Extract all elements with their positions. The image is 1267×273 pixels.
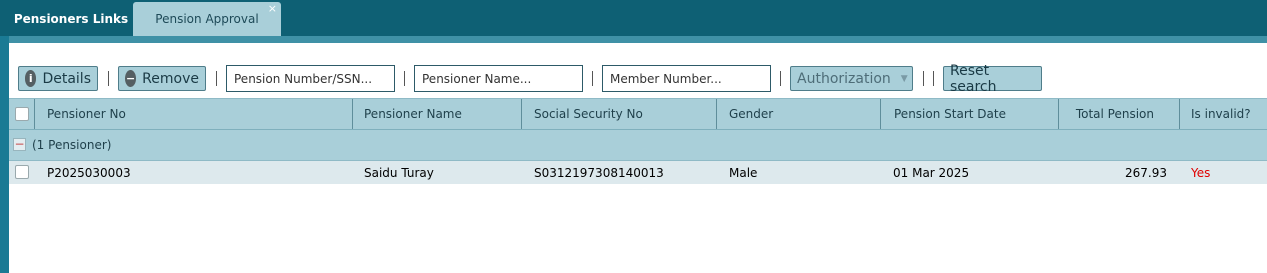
tab-label: Pension Approval (155, 12, 259, 26)
select-all-cell (9, 99, 35, 129)
authorization-dropdown[interactable]: Authorization ▼ (790, 66, 913, 91)
reset-search-button[interactable]: Reset search (943, 63, 1042, 95)
column-label: Total Pension (1075, 107, 1154, 121)
column-header-gender[interactable]: Gender (717, 99, 881, 129)
toolbar: i Details − Remove Authorization ▼ Reset… (9, 43, 1267, 98)
column-header-pensioner-name[interactable]: Pensioner Name (353, 99, 522, 129)
column-label: Is invalid? (1191, 107, 1251, 121)
remove-button[interactable]: − Remove (118, 66, 206, 91)
pensioner-grid: Pensioner No Pensioner Name Social Secur… (9, 98, 1267, 184)
toolbar-separator (923, 71, 924, 86)
authorization-label: Authorization (797, 70, 891, 87)
cell-pensioner-name: Saidu Turay (364, 166, 434, 180)
tab-pensioners-links[interactable]: Pensioners Links (9, 2, 133, 36)
row-checkbox[interactable] (15, 165, 29, 179)
column-label: Social Security No (534, 107, 643, 121)
column-header-pension-start-date[interactable]: Pension Start Date (881, 99, 1059, 129)
group-row: − (1 Pensioner) (9, 129, 1267, 160)
group-label: (1 Pensioner) (32, 138, 112, 152)
cell-gender: Male (729, 166, 758, 180)
column-label: Pension Start Date (894, 107, 1006, 121)
column-label: Gender (729, 107, 774, 121)
collapse-icon[interactable]: − (13, 138, 26, 151)
column-header-total-pension[interactable]: Total Pension (1059, 99, 1180, 129)
table-row[interactable]: P2025030003 Saidu Turay S031219730814001… (9, 160, 1267, 184)
toolbar-separator (592, 71, 593, 86)
cell-pension-start-date: 01 Mar 2025 (893, 166, 970, 180)
select-all-checkbox[interactable] (15, 107, 29, 121)
left-edge-strip (0, 0, 9, 273)
app-frame: Pensioners Links Pension Approval × i De… (0, 0, 1267, 273)
column-label: Pensioner No (47, 107, 126, 121)
tab-pension-approval[interactable]: Pension Approval × (133, 2, 281, 36)
column-label: Pensioner Name (364, 107, 462, 121)
pensioner-name-search-input[interactable] (414, 65, 583, 92)
close-icon[interactable]: × (268, 3, 277, 15)
details-button[interactable]: i Details (18, 66, 98, 91)
info-icon: i (25, 70, 37, 87)
reset-search-label: Reset search (950, 62, 997, 95)
toolbar-separator (780, 71, 781, 86)
toolbar-separator (404, 71, 405, 86)
cell-social-security-no: S0312197308140013 (534, 166, 664, 180)
member-number-search-input[interactable] (602, 65, 771, 92)
remove-label: Remove (142, 70, 199, 87)
minus-circle-icon: − (125, 70, 137, 87)
column-header-pensioner-no[interactable]: Pensioner No (35, 99, 353, 129)
details-label: Details (42, 70, 91, 87)
tab-content-bar (9, 36, 1267, 43)
tab-bar: Pensioners Links Pension Approval × (0, 0, 1267, 36)
column-header-social-security-no[interactable]: Social Security No (522, 99, 717, 129)
cell-pensioner-no: P2025030003 (47, 166, 131, 180)
cell-is-invalid: Yes (1191, 166, 1211, 180)
column-header-is-invalid[interactable]: Is invalid? (1180, 99, 1267, 129)
toolbar-separator (108, 71, 109, 86)
toolbar-separator (933, 71, 934, 86)
toolbar-separator (216, 71, 217, 86)
pension-number-search-input[interactable] (226, 65, 395, 92)
tab-label: Pensioners Links (13, 12, 129, 26)
cell-total-pension: 267.93 (1125, 166, 1167, 180)
grid-header: Pensioner No Pensioner Name Social Secur… (9, 98, 1267, 129)
caret-down-icon: ▼ (900, 73, 908, 84)
